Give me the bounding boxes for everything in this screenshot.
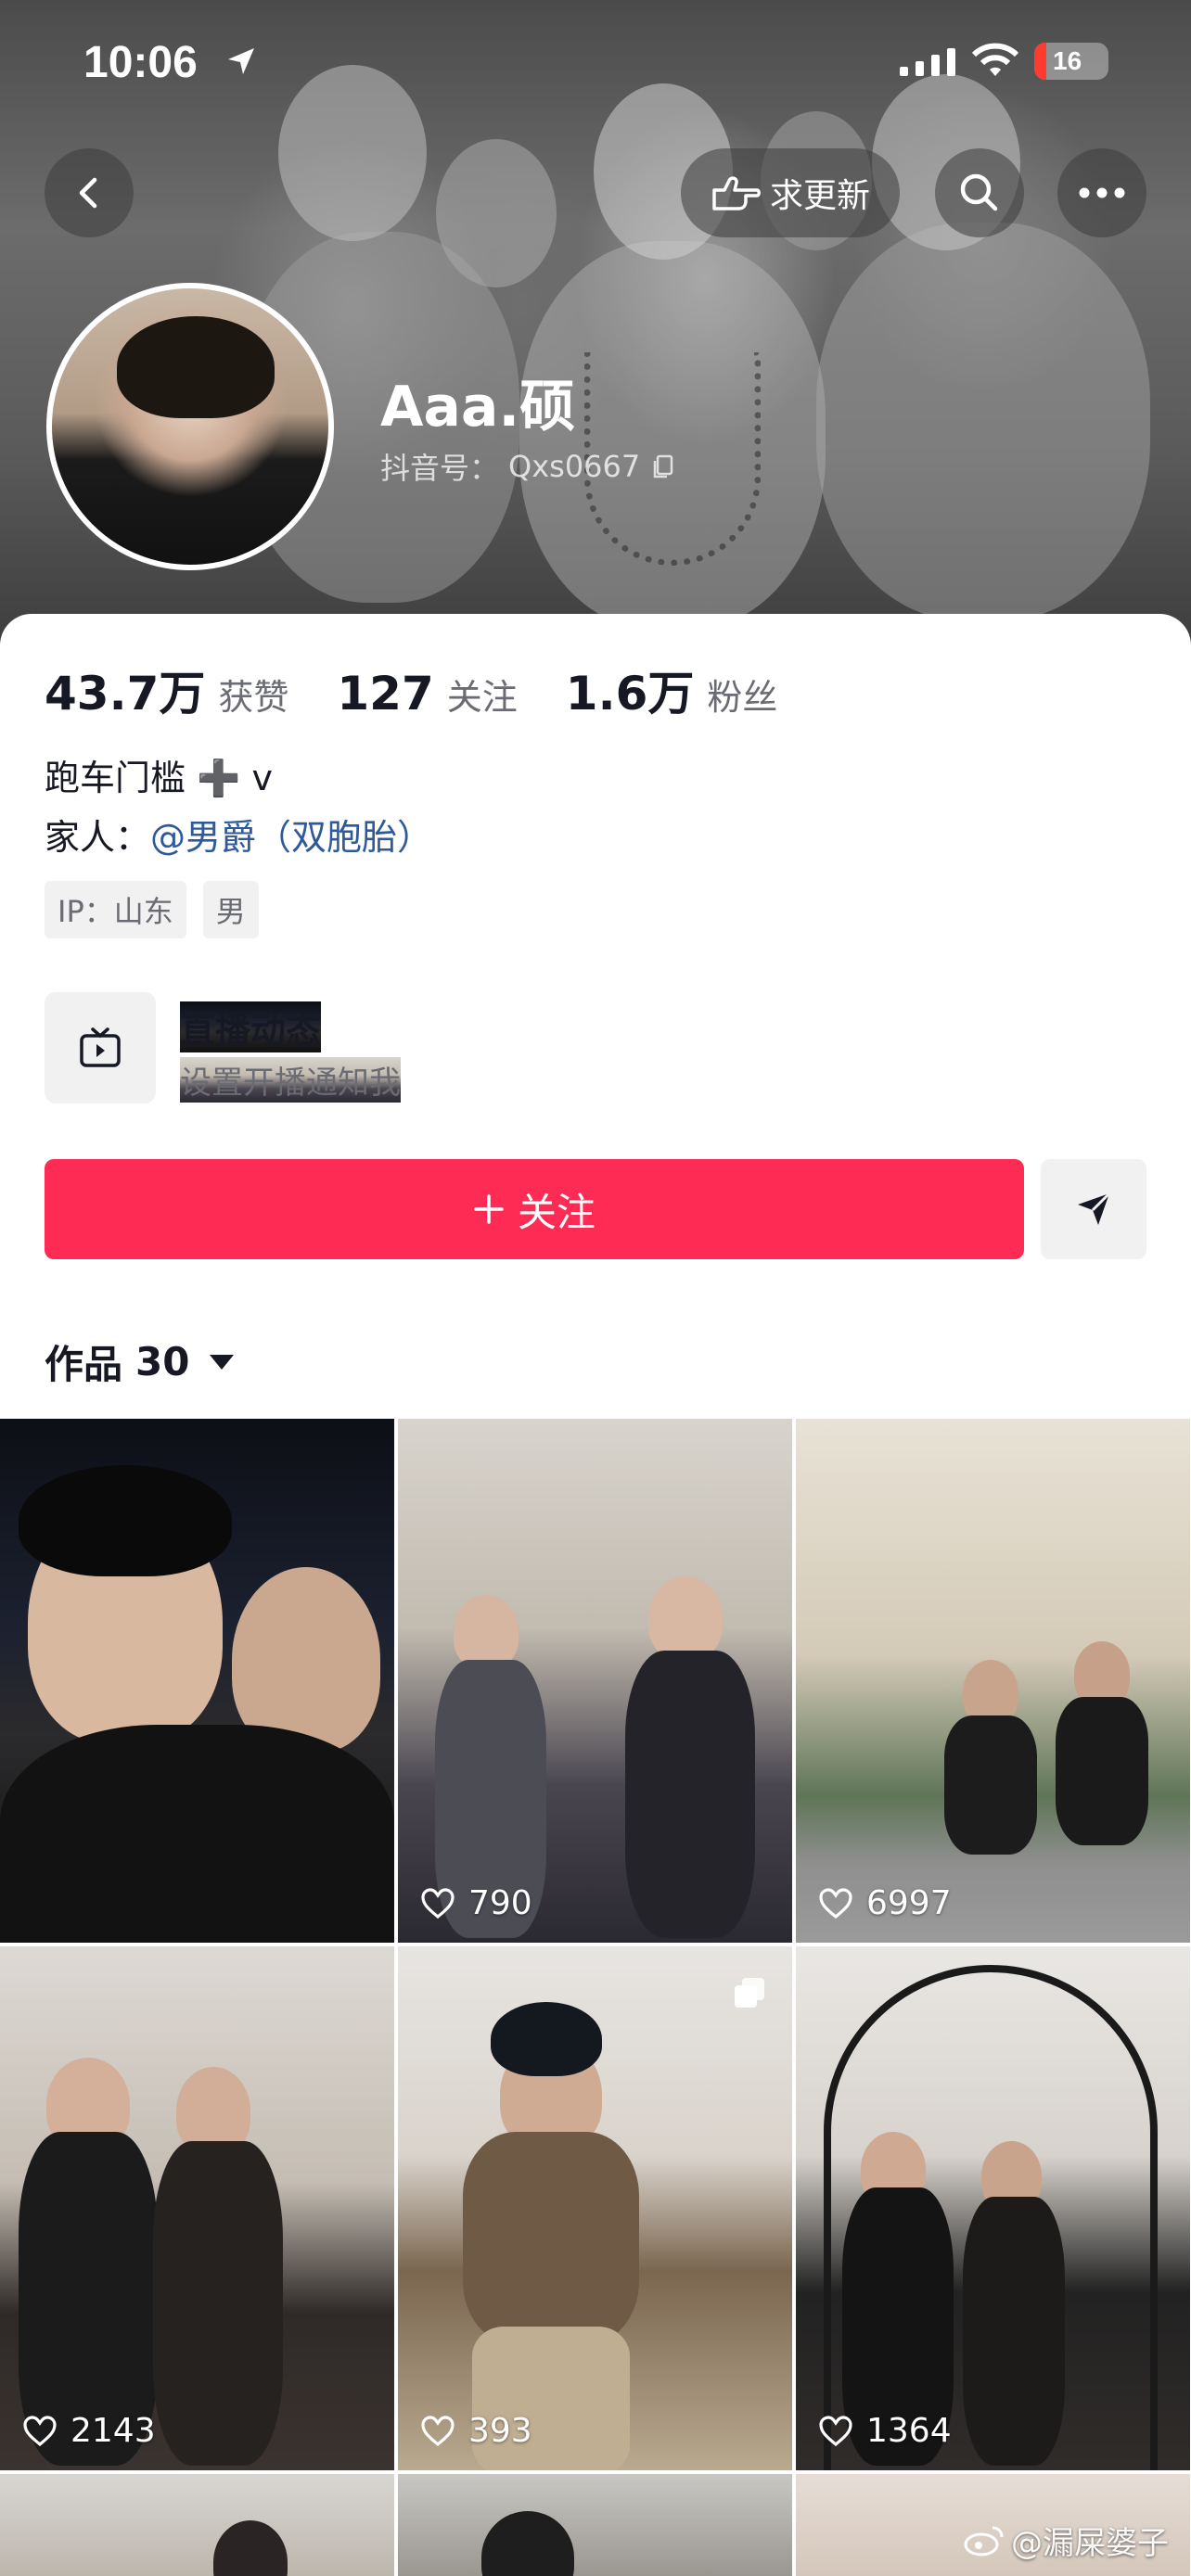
search-button[interactable]	[935, 148, 1024, 237]
like-count-value: 1364	[866, 2412, 952, 2450]
like-count-value: 790	[468, 1884, 532, 1922]
heart-icon	[819, 1887, 852, 1919]
like-count-value: 6997	[866, 1884, 952, 1922]
pointing-hand-icon	[712, 176, 761, 210]
tv-icon	[45, 992, 156, 1103]
video-tile[interactable]	[398, 2474, 792, 2576]
video-grid: 790 6997 2143 393 1364 @漏屎婆子	[0, 1419, 1191, 2576]
video-tile[interactable]: 393	[398, 1946, 792, 2470]
douyin-id[interactable]: 抖音号： Qxs0667	[380, 445, 677, 488]
watermark-text: @漏屎婆子	[1011, 2525, 1169, 2562]
request-update-label: 求更新	[769, 177, 870, 215]
battery-icon: 16	[1034, 43, 1108, 80]
likes-count: 43.7万	[45, 667, 206, 721]
search-icon	[960, 173, 998, 211]
followers-label[interactable]: 粉丝	[707, 669, 777, 720]
profile-stats: 43.7万 获赞 127 关注 1.6万 粉丝	[45, 657, 826, 723]
live-notification-row[interactable]: 直播动态 设置开播通知我	[45, 992, 1146, 1107]
request-update-button[interactable]: 求更新	[681, 148, 900, 237]
follow-button[interactable]: 关注	[45, 1159, 1024, 1259]
video-tile[interactable]	[0, 1419, 394, 1943]
multi-image-icon	[735, 1978, 764, 2008]
avatar[interactable]	[46, 283, 334, 570]
heart-icon	[421, 1887, 455, 1919]
like-count: 6997	[818, 1884, 952, 1922]
douyin-id-label: 抖音号：	[380, 451, 500, 486]
works-count: 30	[135, 1339, 190, 1384]
gender-tag: 男	[202, 881, 259, 938]
heart-icon	[421, 2415, 455, 2446]
live-title: 直播动态	[180, 1001, 322, 1052]
heart-icon	[819, 2415, 852, 2446]
like-count: 790	[420, 1884, 532, 1922]
back-button[interactable]	[45, 148, 134, 237]
heart-icon	[23, 2415, 57, 2446]
works-tab[interactable]: 作品 30	[45, 1333, 235, 1390]
profile-tags: IP：山东 男	[45, 881, 259, 938]
video-tile[interactable]	[0, 2474, 394, 2576]
status-time: 10:06	[83, 38, 198, 87]
works-label: 作品	[45, 1342, 123, 1387]
video-tile[interactable]: 6997	[796, 1419, 1190, 1943]
followers-count[interactable]: 1.6万	[566, 657, 695, 723]
likes-label: 获赞	[218, 677, 289, 718]
video-tile[interactable]: 1364	[796, 1946, 1190, 2470]
douyin-id-value: Qxs0667	[508, 449, 641, 484]
like-count-value: 393	[468, 2412, 532, 2450]
like-count: 393	[420, 2412, 532, 2450]
video-tile[interactable]: 2143	[0, 1946, 394, 2470]
plus-icon	[474, 1194, 504, 1224]
weibo-logo-icon	[964, 2526, 1004, 2556]
ip-location-tag: IP：山东	[45, 881, 186, 938]
mention-link[interactable]: @男爵（双胞胎）	[150, 817, 432, 858]
like-count: 2143	[22, 2412, 156, 2450]
send-icon	[1078, 1192, 1111, 1225]
live-subtitle: 设置开播通知我	[180, 1057, 401, 1103]
bio-line-2: 家人：@男爵（双胞胎）	[45, 809, 432, 860]
cellular-signal-icon	[900, 48, 955, 76]
caret-down-icon	[210, 1354, 235, 1370]
battery-level: 16	[1053, 46, 1082, 75]
location-arrow-icon	[228, 48, 254, 74]
profile-cover: 10:06 16 求更新 Aaa.硕 抖音号： Qxs0667	[0, 0, 1191, 649]
like-count: 1364	[818, 2412, 952, 2450]
like-count-value: 2143	[70, 2412, 156, 2450]
status-bar: 10:06 16	[0, 37, 1191, 93]
profile-name: Aaa.硕	[380, 375, 576, 440]
wifi-icon	[971, 43, 1019, 76]
chevron-left-icon	[79, 177, 97, 209]
more-button[interactable]	[1057, 148, 1146, 237]
following-count[interactable]: 127	[337, 667, 433, 721]
video-tile[interactable]: 790	[398, 1419, 792, 1943]
following-label[interactable]: 关注	[447, 669, 518, 720]
send-message-button[interactable]	[1041, 1159, 1146, 1259]
bio-line-1: 跑车门槛 ➕ v	[45, 758, 273, 798]
more-dots-icon	[1079, 187, 1125, 198]
copy-icon[interactable]	[649, 453, 677, 480]
follow-label: 关注	[517, 1189, 596, 1235]
bio-family-label: 家人：	[45, 817, 151, 858]
watermark: @漏屎婆子	[963, 2518, 1169, 2563]
